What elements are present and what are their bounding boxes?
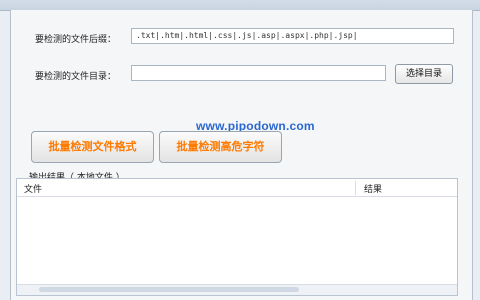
directory-input[interactable] (131, 65, 386, 81)
horizontal-scrollbar[interactable] (17, 284, 457, 295)
column-divider (355, 181, 356, 195)
select-directory-button[interactable]: 选择目录 (395, 64, 453, 84)
results-grid-header: 文件 结果 (17, 179, 457, 197)
column-header-file[interactable]: 文件 (24, 182, 42, 195)
batch-check-format-button[interactable]: 批量检测文件格式 (31, 131, 154, 163)
directory-label: 要检测的文件目录： (35, 72, 117, 82)
horizontal-scrollbar-thumb[interactable] (39, 287, 299, 292)
app-window: 要检测的文件后缀： .txt|.htm|.html|.css|.js|.asp|… (0, 0, 480, 300)
batch-check-highlight-button[interactable]: 批量检测高危字符 (159, 131, 282, 163)
results-grid[interactable]: 文件 结果 (16, 178, 458, 296)
column-header-result[interactable]: 结果 (364, 182, 382, 195)
extensions-input[interactable]: .txt|.htm|.html|.css|.js|.asp|.aspx|.php… (131, 28, 454, 44)
extensions-label: 要检测的文件后缀： (35, 35, 117, 45)
